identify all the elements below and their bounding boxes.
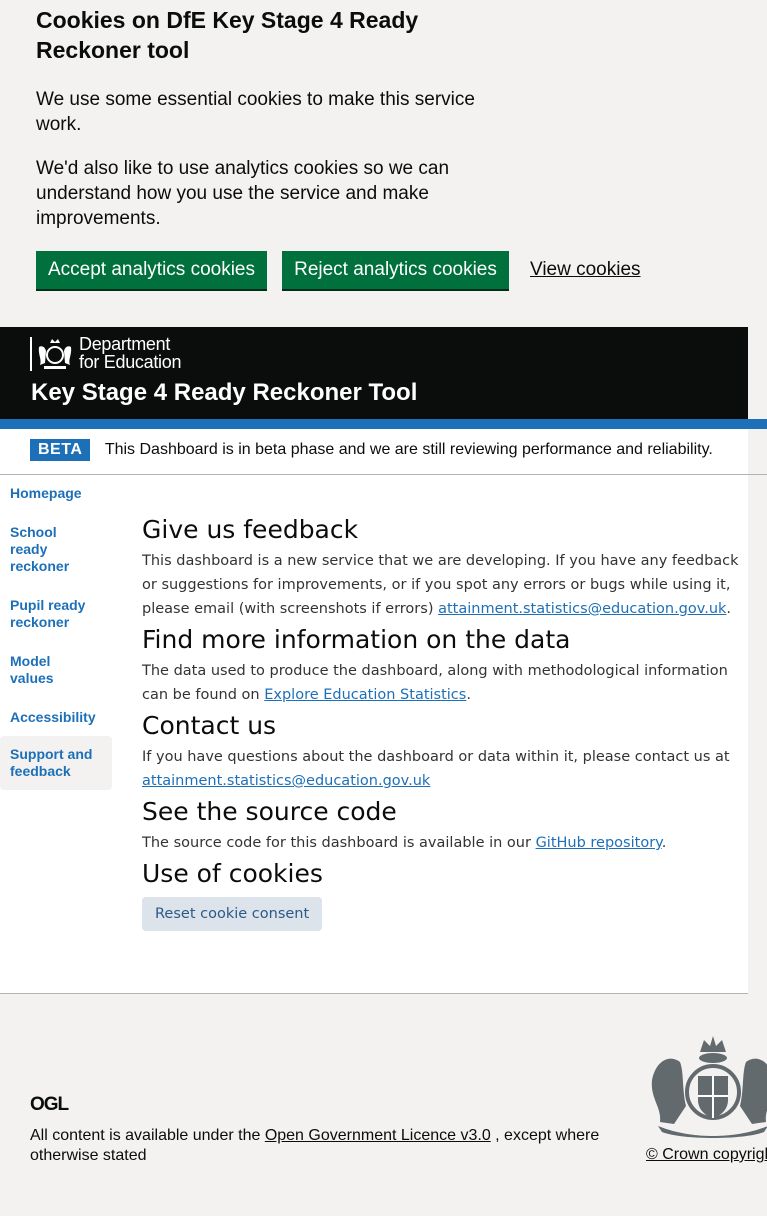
licence-text: All content is available under the Open …: [30, 1126, 620, 1166]
cookie-banner-text-analytics: We'd also like to use analytics cookies …: [36, 158, 450, 229]
crown-copyright-link[interactable]: © Crown copyright: [646, 1146, 767, 1164]
feedback-email-link[interactable]: attainment.statistics@education.gov.uk: [438, 601, 726, 617]
nav-item-support-line1: Support and: [10, 746, 93, 762]
info-period: .: [466, 687, 471, 703]
nav-item-school-ready-reckoner[interactable]: School ready reckoner: [0, 518, 112, 581]
cookies-heading: Use of cookies: [142, 859, 323, 888]
info-paragraph: The data used to produce the dashboard, …: [142, 659, 748, 707]
nav-item-pupil-ready-reckoner[interactable]: Pupil ready reckoner: [0, 591, 112, 637]
github-repository-link[interactable]: GitHub repository: [536, 835, 662, 851]
cookie-banner-title: Cookies on DfE Key Stage 4 Ready Reckone…: [36, 7, 419, 63]
beta-text: This Dashboard is in beta phase and we a…: [104, 441, 713, 458]
reject-analytics-cookies-button[interactable]: Reject analytics cookies: [282, 251, 509, 289]
feedback-heading: Give us feedback: [142, 515, 359, 544]
nav-item-homepage-label: Homepage: [10, 485, 82, 501]
nav-item-school-line2: ready: [10, 541, 48, 557]
nav-item-accessibility[interactable]: Accessibility: [0, 703, 112, 732]
nav-item-pupil-line2: reckoner: [10, 614, 70, 630]
explore-education-statistics-link[interactable]: Explore Education Statistics: [264, 687, 466, 703]
nav-item-accessibility-label: Accessibility: [10, 709, 96, 725]
ogl-logo[interactable]: OGL: [30, 1094, 69, 1116]
header-blue-stripe: [0, 419, 767, 429]
contact-text: If you have questions about the dashboar…: [142, 749, 730, 765]
source-code-text: The source code for this dashboard is av…: [142, 835, 536, 851]
feedback-period: .: [726, 601, 732, 617]
nav-item-model-line1: Model: [10, 653, 51, 669]
feedback-paragraph: This dashboard is a new service that we …: [142, 549, 748, 621]
source-code-paragraph: The source code for this dashboard is av…: [142, 831, 748, 855]
department-name-line2: for Education: [79, 352, 182, 372]
nav-item-model-line2: values: [10, 670, 54, 686]
main-panel: BETA This Dashboard is in beta phase and…: [0, 429, 767, 994]
source-period: .: [661, 835, 667, 851]
beta-tag: BETA: [30, 439, 91, 461]
nav-item-support-line2: feedback: [10, 763, 71, 779]
contact-email-link[interactable]: attainment.statistics@education.gov.uk: [142, 773, 430, 789]
nav-item-pupil-line1: Pupil ready: [10, 597, 86, 613]
cookie-banner: Cookies on DfE Key Stage 4 Ready Reckone…: [0, 0, 767, 327]
nav-item-school-line1: School: [10, 524, 57, 540]
contact-heading: Contact us: [142, 711, 277, 740]
open-government-licence-link[interactable]: Open Government Licence v3.0: [265, 1127, 491, 1144]
app-title[interactable]: Key Stage 4 Ready Reckoner Tool: [31, 379, 417, 407]
accept-analytics-cookies-button[interactable]: Accept analytics cookies: [36, 251, 267, 289]
nav-item-school-line3: reckoner: [10, 558, 70, 574]
view-cookies-link[interactable]: View cookies: [530, 259, 641, 281]
department-name: Department for Education: [79, 335, 181, 371]
department-name-line1: Department: [79, 334, 171, 354]
side-navigation: Homepage School ready reckoner Pupil rea…: [0, 479, 112, 790]
source-code-heading: See the source code: [142, 797, 397, 826]
contact-paragraph: If you have questions about the dashboar…: [142, 745, 748, 793]
phase-banner: BETA This Dashboard is in beta phase and…: [30, 439, 748, 461]
phase-banner-divider: [0, 474, 767, 475]
nav-item-model-values[interactable]: Model values: [0, 647, 112, 693]
licence-text-pre: All content is available under the: [30, 1127, 265, 1144]
header-crest-divider: [30, 337, 32, 371]
site-header: Department for Education Key Stage 4 Rea…: [0, 327, 748, 419]
royal-coat-of-arms-icon: [651, 1036, 767, 1138]
info-heading: Find more information on the data: [142, 625, 571, 654]
reset-cookie-consent-button[interactable]: Reset cookie consent: [142, 897, 323, 931]
main-content: Give us feedback This dashboard is a new…: [142, 513, 748, 931]
nav-item-homepage[interactable]: Homepage: [0, 479, 112, 508]
nav-item-support-and-feedback[interactable]: Support and feedback: [0, 736, 112, 790]
cookie-banner-text-essential: We use some essential cookies to make th…: [36, 89, 475, 135]
royal-crest-icon: [38, 339, 72, 369]
